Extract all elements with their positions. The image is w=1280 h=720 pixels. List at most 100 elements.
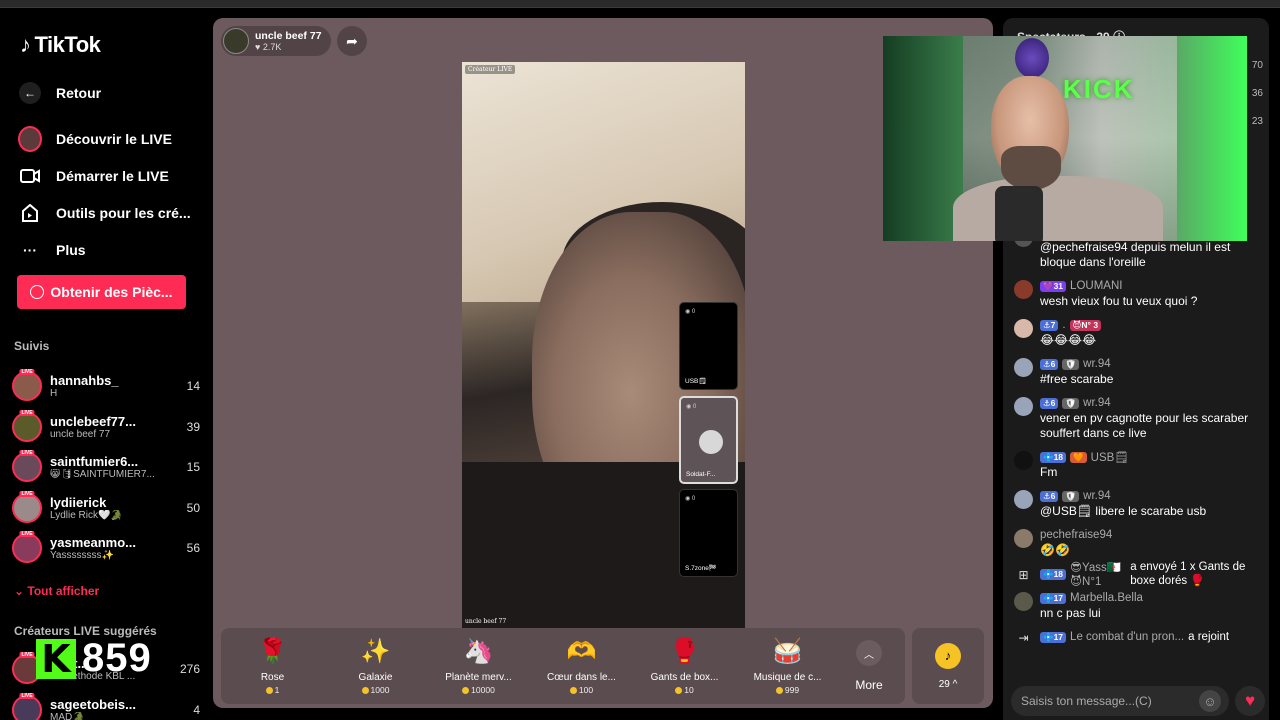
following-item[interactable]: LIVE lydiierick Lydlie Rick🤍🐊 50: [10, 488, 200, 529]
following-item[interactable]: LIVE hannahbs_ H 14: [10, 366, 200, 407]
coin-icon: [265, 686, 273, 694]
like-heart-button[interactable]: ♥: [1235, 686, 1265, 716]
get-coins-button[interactable]: Obtenir des Pièc...: [17, 275, 186, 309]
live-stage: uncle beef 77 ♥ 2.7K ➦ Créateur LIVE unc…: [213, 18, 993, 708]
mascot-icon: [1015, 38, 1049, 78]
kick-logo-icon: K: [36, 638, 76, 679]
video-caption: uncle beef 77: [465, 618, 507, 625]
avatar: [1014, 451, 1033, 470]
boxing-glove-icon: 🥊: [669, 638, 700, 665]
viewer-rank-scores: 70 36 23: [1251, 60, 1263, 127]
following-item[interactable]: LIVE unclebeef77... uncle beef 77 39: [10, 407, 200, 448]
share-arrow-icon: ➦: [346, 32, 358, 49]
guest-tile[interactable]: ◉ 0 S.7zone🏁: [679, 489, 738, 577]
chevron-up-icon: ︿: [856, 640, 882, 666]
more-gifts-button[interactable]: ︿ More: [839, 640, 899, 692]
join-arrow-icon: ⇥: [1018, 631, 1029, 645]
avatar: [1014, 529, 1033, 548]
host-info[interactable]: uncle beef 77 ♥ 2.7K: [221, 26, 331, 56]
chat-message: ⚓6 🛡 wr.94 vener en pv cagnotte pour les s…: [1003, 395, 1269, 441]
rose-icon: 🌹: [257, 638, 288, 665]
nav-more[interactable]: ··· Plus: [0, 231, 205, 268]
drum-icon: 🥁: [772, 638, 803, 665]
chevron-up-icon: ^: [952, 678, 958, 690]
gift-musique[interactable]: 🥁 Musique de c... 999: [736, 637, 839, 695]
coin-icon: [675, 686, 683, 694]
chat-message: 💠18 🧡 USB🗒 Fm: [1003, 449, 1269, 480]
chat-message: 💠17 Marbella.Bella nn c pas lui: [1003, 590, 1269, 621]
back-button[interactable]: ← Retour: [0, 74, 205, 111]
chat-message: ⚓6 🛡 wr.94 #free scarabe: [1003, 356, 1269, 387]
unicorn-icon: 🦄: [463, 638, 494, 665]
nav-start-live[interactable]: Démarrer le LIVE: [0, 157, 205, 194]
coin-icon: [569, 686, 577, 694]
following-item[interactable]: LIVE yasmeanmo... Yassssssss✨ 56: [10, 528, 200, 569]
avatar: LIVE: [12, 409, 42, 442]
share-button[interactable]: ➦: [337, 26, 367, 56]
microphone-icon: [995, 186, 1043, 241]
gift-galaxie[interactable]: ✨ Galaxie 1000: [324, 637, 427, 695]
avatar: LIVE: [12, 490, 42, 523]
guest-tile[interactable]: ◉ 0 USB🗒: [679, 302, 738, 390]
chat-message: ⚓7. 😈N° 3 😂😂😂😂: [1003, 317, 1269, 348]
mic-icon: ◉ 0: [686, 404, 697, 410]
nav-discover-live[interactable]: Découvrir le LIVE: [0, 120, 205, 157]
galaxy-icon: ✨: [360, 638, 391, 665]
avatar: LIVE: [12, 531, 42, 564]
coin-balance-button[interactable]: ♪ 29 ^: [912, 628, 984, 704]
kick-follower-overlay: K 859: [36, 636, 152, 681]
tiktok-logo[interactable]: ♪ TikTok: [20, 32, 101, 58]
show-all-link[interactable]: ⌄ Tout afficher: [14, 584, 99, 598]
tiktok-note-icon: ♪: [20, 32, 31, 57]
avatar: [1014, 358, 1033, 377]
streamer-webcam-overlay: KICK: [883, 36, 1247, 241]
chat-message: 💜31 LOUMANI wesh vieux fou tu veux quoi ?: [1003, 278, 1269, 309]
avatar: [1014, 397, 1033, 416]
heart-icon: ♥: [1244, 691, 1256, 710]
following-item[interactable]: LIVE saintfumier6... 😸🛢SAINTFUMIER7... 15: [10, 447, 200, 488]
chat-join-message: ⇥ 💠17 Le combat d'un pron... a rejoint: [1003, 629, 1269, 645]
gift-rose[interactable]: 🌹 Rose 1: [221, 637, 324, 695]
home-play-icon: [18, 201, 42, 225]
heart-icon: ♥: [255, 42, 261, 52]
avatar: [223, 28, 249, 54]
avatar: [1014, 490, 1033, 509]
nav-creator-tools[interactable]: Outils pour les cré...: [0, 194, 205, 231]
sidebar: ♪ TikTok ← Retour Découvrir le LIVE Déma…: [0, 8, 205, 720]
gift-gants[interactable]: 🥊 Gants de box... 10: [633, 637, 736, 695]
live-avatar-icon: [18, 125, 42, 152]
avatar: [1014, 280, 1033, 299]
avatar: [1014, 319, 1033, 338]
video-camera-icon: [18, 164, 42, 188]
chat-message-input[interactable]: Saisis ton message...(C) ☺: [1011, 686, 1229, 716]
gift-coeur[interactable]: 🫶 Cœur dans le... 100: [530, 637, 633, 695]
coin-icon: [361, 686, 369, 694]
mic-icon: ◉ 0: [685, 496, 696, 502]
gift-box-icon: ⊞: [1018, 568, 1029, 582]
chat-message: ⚓6 🛡 wr.94 @USB🗒 libere le scarabe usb: [1003, 488, 1269, 519]
following-title: Suivis: [14, 339, 50, 353]
chat-messages: @pechefraise94 depuis melun il est bloqu…: [1003, 228, 1269, 653]
gift-bar: 🌹 Rose 1 ✨ Galaxie 1000 🦄 Planète merv..…: [221, 628, 905, 704]
chat-message: pechefraise94 🤣🤣: [1003, 527, 1269, 558]
avatar: [1014, 592, 1033, 611]
emoji-icon[interactable]: ☺: [1199, 690, 1221, 712]
tiktok-coin-icon: ♪: [935, 642, 961, 669]
guest-tile[interactable]: ◉ 0 Soldat-F...: [679, 396, 738, 484]
chat-gift-message: ⊞ 💠18 😎Yass🇩🇿 😈N°1 a envoyé 1 x Gants de b…: [1003, 561, 1269, 588]
avatar: LIVE: [12, 369, 42, 402]
avatar: LIVE: [12, 450, 42, 483]
video-label: Créateur LIVE: [465, 65, 516, 74]
browser-top-strip: [0, 0, 1280, 8]
coin-icon: [462, 686, 470, 694]
default-avatar-icon: [699, 430, 723, 454]
back-arrow-icon: ←: [19, 81, 41, 104]
mic-icon: ◉ 0: [685, 309, 696, 315]
following-list: LIVE hannahbs_ H 14 LIVE unclebeef77... un…: [10, 366, 200, 569]
coin-icon: [775, 686, 783, 694]
sidebar-nav: ← Retour Découvrir le LIVE Démarrer le L…: [0, 74, 205, 268]
avatar: LIVE: [12, 692, 42, 720]
kick-neon-sign: KICK: [1063, 74, 1135, 104]
suggested-item[interactable]: LIVE sageetobeis... MAD🐊 4: [10, 690, 200, 720]
gift-planete[interactable]: 🦄 Planète merv... 10000: [427, 637, 530, 695]
